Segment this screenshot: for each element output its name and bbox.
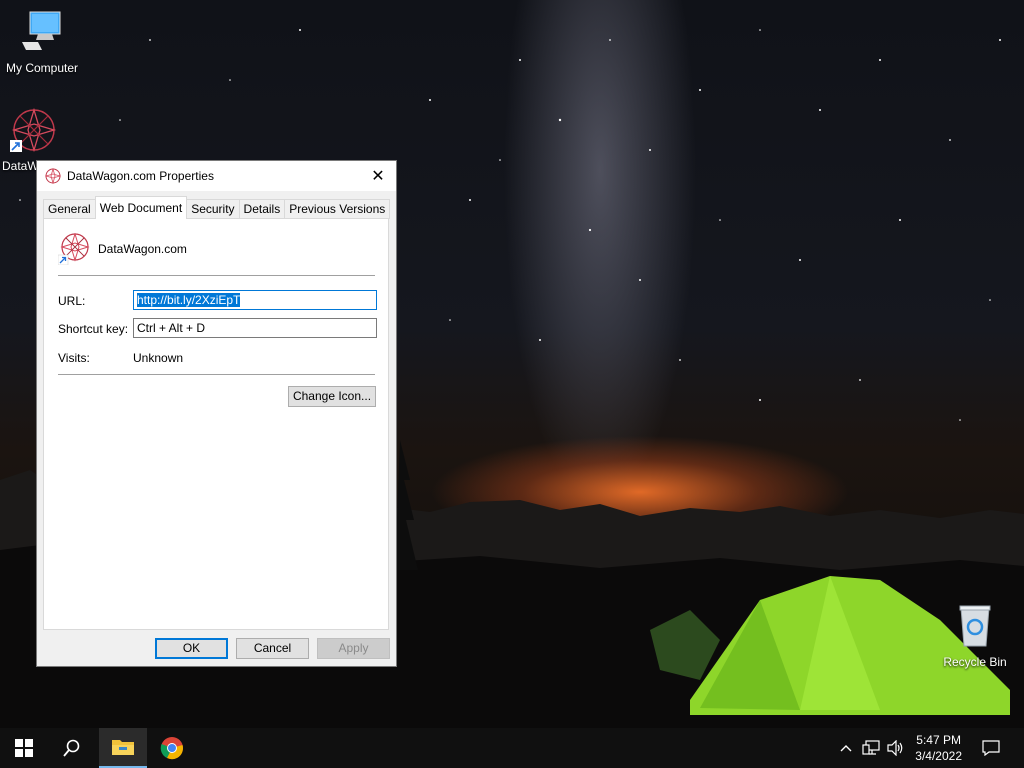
- desktop-icon-my-computer[interactable]: My Computer: [0, 8, 84, 75]
- dialog-title: DataWagon.com Properties: [67, 169, 214, 183]
- folder-icon: [112, 740, 134, 755]
- search-icon: [63, 739, 80, 757]
- datawagon-site-icon: [10, 107, 57, 153]
- shortcut-name: DataWagon.com: [98, 242, 187, 256]
- properties-dialog: DataWagon.com Properties ✕ General Web D…: [36, 160, 397, 667]
- separator: [58, 374, 375, 375]
- chrome-icon: [160, 737, 183, 760]
- datawagon-site-icon: [45, 168, 61, 184]
- computer-icon: [22, 11, 61, 50]
- notification-icon: [982, 740, 1000, 756]
- clock-time: 5:47 PM: [916, 733, 961, 747]
- apply-button: Apply: [317, 638, 390, 659]
- change-icon-button[interactable]: Change Icon...: [288, 386, 376, 407]
- desktop-icon-recycle-bin[interactable]: Recycle Bin: [933, 602, 1017, 669]
- clock-date: 3/4/2022: [915, 749, 962, 763]
- action-center-button[interactable]: [976, 728, 1006, 768]
- taskbar-clock[interactable]: 5:47 PM 3/4/2022: [915, 732, 962, 764]
- desktop-icon-label: Recycle Bin: [943, 655, 1007, 669]
- shortcut-key-value: Ctrl + Alt + D: [137, 321, 206, 335]
- recycle-bin-icon: [959, 605, 991, 647]
- shortcut-key-input[interactable]: Ctrl + Alt + D: [133, 318, 377, 338]
- cancel-button[interactable]: Cancel: [236, 638, 309, 659]
- dialog-titlebar[interactable]: DataWagon.com Properties ✕: [37, 161, 396, 191]
- chrome-button[interactable]: [148, 728, 196, 768]
- tab-security[interactable]: Security: [186, 199, 240, 219]
- search-button[interactable]: [48, 728, 96, 768]
- url-label: URL:: [58, 294, 86, 308]
- tab-details[interactable]: Details: [238, 199, 286, 219]
- url-input[interactable]: http://bit.ly/2XziEpT: [133, 290, 377, 310]
- separator: [58, 275, 375, 276]
- tab-general[interactable]: General: [43, 199, 96, 219]
- datawagon-site-icon: [58, 233, 90, 265]
- tab-previous-versions[interactable]: Previous Versions: [284, 199, 391, 219]
- file-explorer-button[interactable]: [99, 728, 147, 768]
- tab-web-document[interactable]: Web Document: [94, 196, 188, 219]
- url-value: http://bit.ly/2XziEpT: [137, 293, 241, 307]
- desktop-icon-label: My Computer: [5, 61, 79, 75]
- web-document-panel: DataWagon.com URL: http://bit.ly/2XziEpT…: [43, 218, 389, 630]
- visits-value: Unknown: [133, 351, 184, 365]
- windows-logo-icon: [15, 739, 33, 757]
- show-hidden-icons-button[interactable]: [836, 728, 856, 768]
- speaker-icon: [887, 740, 903, 756]
- taskbar: 5:47 PM 3/4/2022: [0, 728, 1024, 768]
- shortcut-key-label: Shortcut key:: [58, 322, 129, 336]
- shortcut-header: DataWagon.com: [58, 233, 187, 265]
- ok-button[interactable]: OK: [155, 638, 228, 659]
- visits-label: Visits:: [58, 351, 90, 365]
- volume-button[interactable]: [884, 728, 908, 768]
- start-button[interactable]: [0, 728, 48, 768]
- network-button[interactable]: [858, 728, 884, 768]
- tab-strip: General Web Document Security Details Pr…: [43, 196, 391, 219]
- chevron-up-icon: [840, 745, 852, 752]
- close-icon: ✕: [371, 168, 385, 185]
- close-button[interactable]: ✕: [360, 161, 396, 191]
- network-icon: [862, 740, 880, 755]
